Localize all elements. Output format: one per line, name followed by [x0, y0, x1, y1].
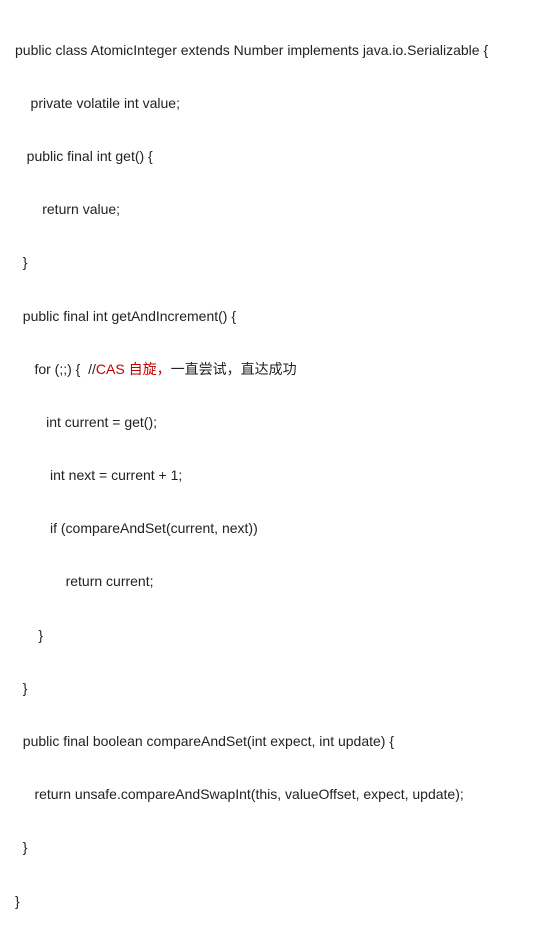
code-line: int current = get();	[15, 409, 539, 436]
code-line: return unsafe.compareAndSwapInt(this, va…	[15, 781, 539, 808]
code-segment: for (;;) { //	[15, 361, 96, 377]
code-line: }	[15, 249, 539, 276]
code-line: public class AtomicInteger extends Numbe…	[15, 37, 539, 64]
code-line: public final boolean compareAndSet(int e…	[15, 728, 539, 755]
code-line: for (;;) { //CAS 自旋，一直尝试，直达成功	[15, 356, 539, 383]
code-line: public final int get() {	[15, 143, 539, 170]
code-line: int next = current + 1;	[15, 462, 539, 489]
code-comment: 一直尝试，直达成功	[171, 361, 297, 377]
code-line: if (compareAndSet(current, next))	[15, 515, 539, 542]
code-line: }	[15, 675, 539, 702]
code-line: }	[15, 622, 539, 649]
code-line: return value;	[15, 196, 539, 223]
code-line: }	[15, 888, 539, 915]
code-line: private volatile int value;	[15, 90, 539, 117]
code-line: }	[15, 834, 539, 861]
code-line: return current;	[15, 568, 539, 595]
java-code-snippet: public class AtomicInteger extends Numbe…	[15, 10, 539, 941]
cas-keyword-highlight: CAS 自旋，	[96, 361, 171, 377]
code-line: public final int getAndIncrement() {	[15, 303, 539, 330]
